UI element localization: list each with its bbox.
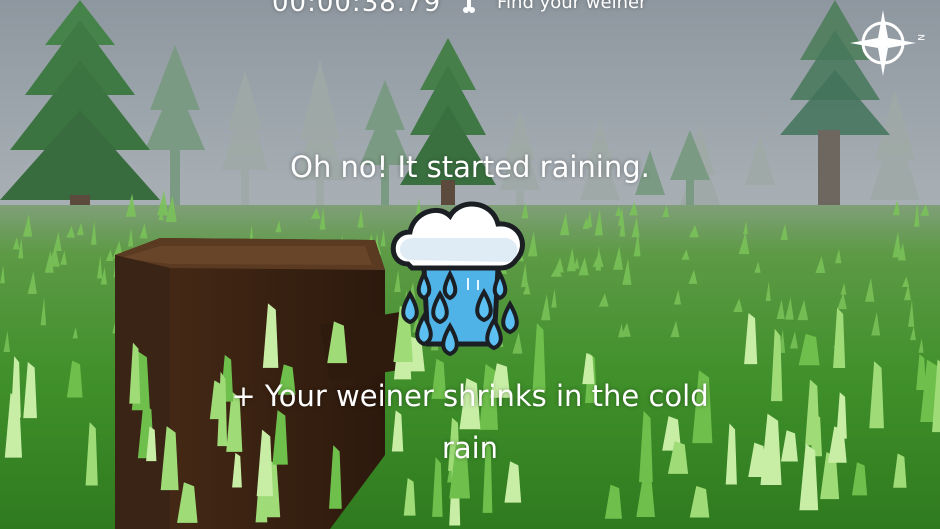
event-effect-text: + Your weiner shrinks in the cold rain [231, 379, 709, 465]
compass-icon: N [850, 10, 925, 76]
svg-text:N: N [915, 34, 925, 41]
rain-cloud-icon [390, 201, 525, 357]
objective-text: Find your weiner [497, 0, 647, 13]
game-viewport: 00:00:38.79 Find your weiner N Oh no! It… [0, 0, 940, 529]
bone-icon [463, 0, 475, 13]
event-message: Oh no! It started raining. [290, 150, 650, 184]
timer-display: 00:00:38.79 [272, 0, 442, 18]
